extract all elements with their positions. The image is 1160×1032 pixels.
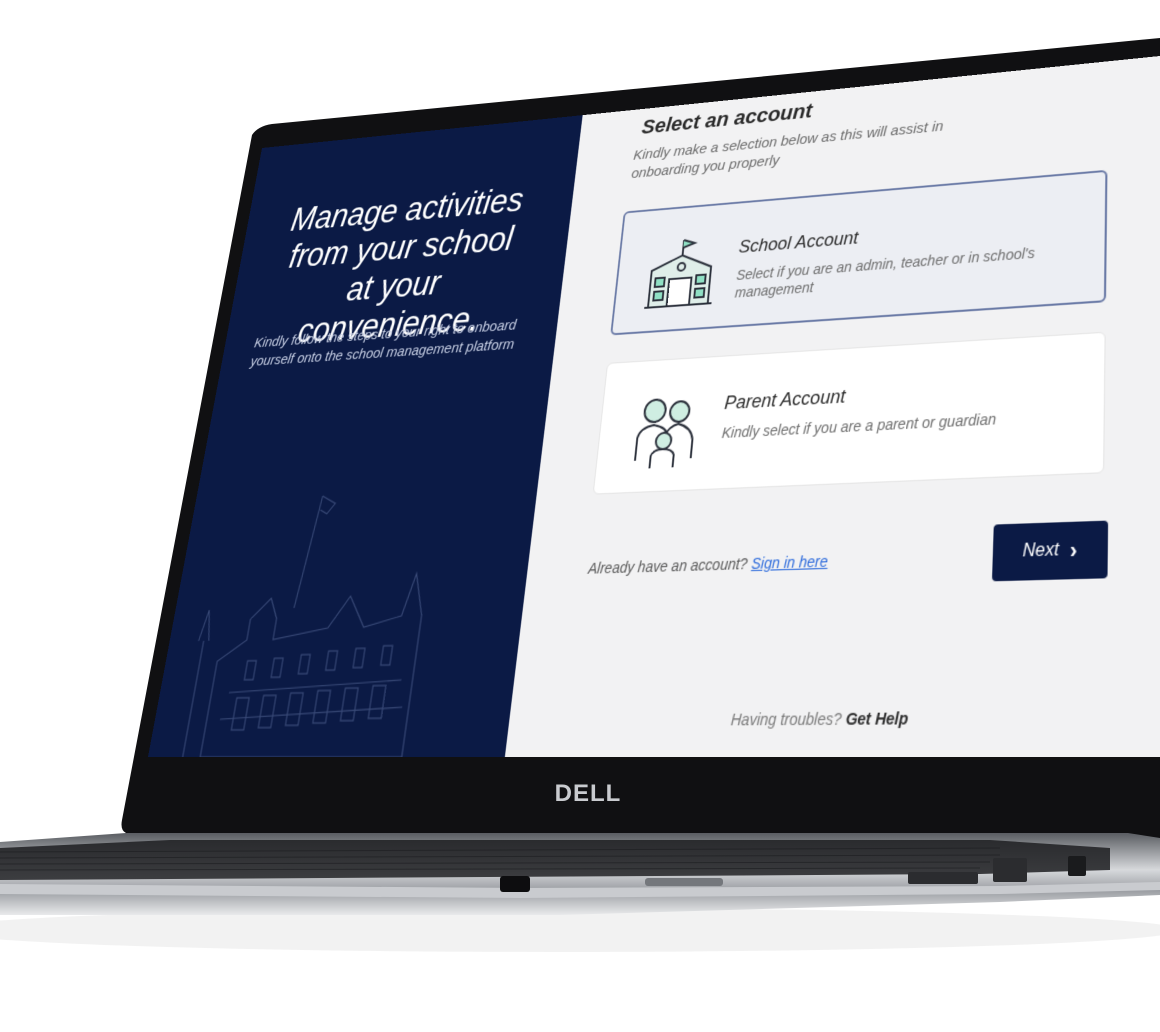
onboarding-page: Manage activities from your school at yo… [147, 55, 1160, 757]
account-selection-panel: Select an account Kindly make a selectio… [504, 55, 1160, 757]
signin-link[interactable]: Sign in here [751, 552, 829, 572]
family-icon [622, 386, 706, 472]
school-account-title: School Account [738, 227, 859, 257]
chevron-right-icon: › [1069, 537, 1078, 563]
school-building-illustration [165, 479, 474, 757]
school-account-card[interactable]: School Account Select if you are an admi… [610, 169, 1108, 336]
parent-account-title: Parent Account [723, 385, 846, 414]
signin-prompt-text: Already have an account? [587, 554, 749, 577]
next-button[interactable]: Next › [991, 520, 1109, 582]
screen-display: Manage activities from your school at yo… [0, 0, 1160, 1032]
signin-prompt-row: Already have an account? Sign in here [587, 552, 828, 577]
parent-account-card[interactable]: Parent Account Kindly select if you are … [592, 331, 1106, 495]
school-building-icon [640, 231, 722, 314]
help-row: Having troubles? Get Help [508, 707, 1160, 730]
next-button-label: Next [1022, 540, 1060, 562]
help-prompt-text: Having troubles? [730, 709, 843, 729]
get-help-link[interactable]: Get Help [845, 709, 908, 728]
